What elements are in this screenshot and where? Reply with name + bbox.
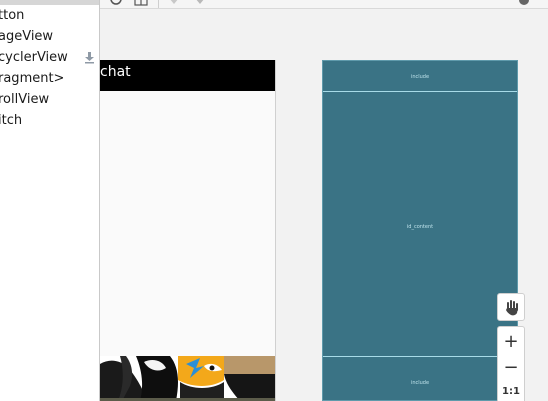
zoom-in-icon[interactable]: + [498,331,524,353]
warning-dropdown-icon[interactable] [194,0,206,6]
blueprint-include-bottom-label: include [410,380,430,386]
app-toolbar: chat [100,60,275,91]
character-image [100,356,275,401]
palette-item-scrollview[interactable]: rollView [0,89,99,110]
orientation-icon[interactable] [110,0,126,6]
app-toolbar-title: chat [100,64,131,80]
palette-item-button[interactable]: tton [0,5,99,26]
palette-item-switch[interactable]: itch [0,110,99,131]
blueprint-divider-top [323,91,517,92]
design-preview[interactable]: chat [100,60,276,401]
blueprint-preview[interactable]: include id_content include [322,60,518,401]
toolbar-separator [158,0,159,8]
palette-item-label: rollView [0,92,50,107]
pan-arrow-icon[interactable] [168,0,180,6]
zoom-controls: + − 1:1 [497,326,525,401]
pan-button[interactable] [497,293,525,321]
palette-item-imageview[interactable]: ageView [0,26,99,47]
palette-panel: tton ageView cyclerView ragment> rollVie… [0,0,100,401]
palette-item-label: ageView [0,29,54,44]
layout-grid-icon[interactable] [134,0,148,6]
palette-item-label: ragment> [0,71,65,86]
palette-item-fragment[interactable]: ragment> [0,68,99,89]
download-icon[interactable] [84,51,95,64]
blueprint-include-top-label: include [410,74,430,80]
palette-item-label: tton [0,8,25,23]
zoom-out-icon[interactable]: − [498,357,524,379]
blueprint-content-label: id_content [406,224,434,230]
palette-item-recyclerview[interactable]: cyclerView [0,47,99,68]
help-icon[interactable] [518,0,530,6]
pan-hand-icon [506,300,518,316]
editor-toolbar [100,0,548,9]
palette-item-label: cyclerView [0,50,68,65]
palette-item-label: itch [0,113,23,128]
blueprint-divider-bottom [323,356,517,357]
actual-size-button[interactable]: 1:1 [498,385,524,399]
